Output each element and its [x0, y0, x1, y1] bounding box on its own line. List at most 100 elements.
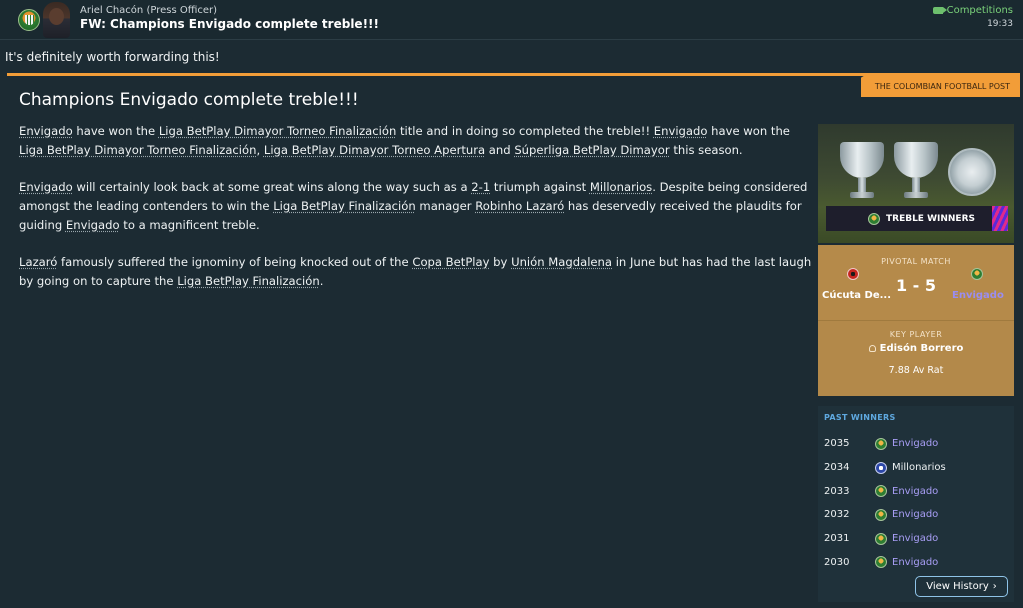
- competition-link[interactable]: Liga BetPlay Finalización: [177, 274, 320, 288]
- envigado-badge-icon: [875, 437, 887, 450]
- competitions-label: Competitions: [946, 5, 1013, 16]
- text: and: [485, 143, 515, 157]
- key-player-label: KEY PLAYER: [889, 330, 943, 339]
- competition-link[interactable]: Liga BetPlay Finalización: [273, 199, 416, 213]
- past-winners-title: PAST WINNERS: [824, 413, 896, 422]
- competition-link[interactable]: Liga BetPlay Dimayor Torneo Finalización: [159, 124, 396, 138]
- winner-club-name: Millonarios: [892, 462, 946, 474]
- club-link[interactable]: Envigado: [66, 218, 120, 232]
- publisher-tab: THE COLOMBIAN FOOTBALL POST: [860, 73, 1020, 97]
- winner-club[interactable]: Envigado: [875, 556, 939, 569]
- person-icon: [868, 344, 876, 352]
- text: ,: [256, 143, 264, 157]
- winner-year: 2033: [824, 485, 850, 497]
- text: famously suffered the ignominy of being …: [57, 255, 413, 269]
- envigado-badge-icon: [875, 508, 887, 521]
- view-history-button[interactable]: View History ›: [915, 576, 1008, 597]
- text: triumph against: [490, 180, 590, 194]
- competition-link[interactable]: Liga BetPlay Dimayor Torneo Apertura: [264, 143, 485, 157]
- text: title and in doing so completed the treb…: [396, 124, 654, 138]
- envigado-badge-icon: [875, 532, 887, 545]
- article-paragraph: Lazaró famously suffered the ignominy of…: [19, 253, 814, 291]
- text: this season.: [669, 143, 743, 157]
- message-header: Ariel Chacón (Press Officer) FW: Champio…: [0, 0, 1023, 40]
- press-officer-avatar[interactable]: [43, 2, 70, 38]
- winner-club[interactable]: Envigado: [875, 508, 939, 521]
- match-link[interactable]: 2-1: [471, 180, 490, 194]
- past-winners-card: PAST WINNERS 2035 Envigado 2034 Millonar…: [818, 406, 1014, 602]
- article-headline: Champions Envigado complete treble!!!: [19, 90, 359, 110]
- winner-year: 2034: [824, 462, 850, 474]
- forward-note: It's definitely worth forwarding this!: [5, 50, 220, 64]
- sender-name[interactable]: Ariel Chacón: [80, 5, 143, 16]
- club-link[interactable]: Envigado: [19, 124, 73, 138]
- competition-link[interactable]: Copa BetPlay: [412, 255, 489, 269]
- treble-winners-banner: TREBLE WINNERS: [826, 206, 1008, 231]
- competition-link[interactable]: Liga BetPlay Dimayor Torneo Finalización: [19, 143, 256, 157]
- text: manager: [415, 199, 476, 213]
- winner-club-name: Envigado: [892, 533, 939, 545]
- sender-line: Ariel Chacón (Press Officer): [80, 5, 217, 16]
- winner-club-name: Envigado: [892, 556, 939, 568]
- pivotal-match-card[interactable]: PIVOTAL MATCH Cúcuta De... 1 - 5 Envigad…: [818, 245, 1014, 396]
- message-time: 19:33: [987, 19, 1013, 29]
- article-paragraph: Envigado will certainly look back at som…: [19, 178, 814, 235]
- winner-year: 2035: [824, 438, 850, 450]
- winner-year: 2030: [824, 556, 850, 568]
- text: have won the: [72, 124, 159, 138]
- club-link[interactable]: Millonarios: [590, 180, 652, 194]
- trophy-icon: [894, 142, 938, 198]
- view-history-label: View History: [926, 581, 989, 592]
- competitions-link[interactable]: Competitions: [932, 5, 1013, 16]
- list-item: 2031 Envigado: [824, 527, 1008, 551]
- club-link[interactable]: Envigado: [654, 124, 708, 138]
- article-body: Envigado have won the Liga BetPlay Dimay…: [19, 122, 814, 309]
- winner-year: 2031: [824, 533, 850, 545]
- chevron-right-icon: ›: [992, 581, 997, 592]
- competition-link[interactable]: Súperliga BetPlay Dimayor: [514, 143, 669, 157]
- winner-club[interactable]: Envigado: [875, 485, 939, 498]
- club-link[interactable]: Unión Magdalena: [511, 255, 612, 269]
- list-item: 2035 Envigado: [824, 432, 1008, 456]
- winner-year: 2032: [824, 509, 850, 521]
- envigado-badge-icon[interactable]: [18, 9, 40, 31]
- away-team-name[interactable]: Envigado: [952, 290, 1004, 301]
- text: by: [489, 255, 512, 269]
- decorative-stripes: [992, 206, 1008, 231]
- winner-club-name: Envigado: [892, 438, 939, 450]
- winner-club[interactable]: Envigado: [875, 532, 939, 545]
- envigado-badge-icon: [868, 212, 880, 225]
- sender-role: (Press Officer): [146, 5, 218, 16]
- trophy-plate-icon: [948, 148, 996, 196]
- list-item: 2030 Envigado: [824, 550, 1008, 574]
- pivotal-match-label: PIVOTAL MATCH: [881, 257, 951, 266]
- text: to a magnificent treble.: [119, 218, 260, 232]
- key-player[interactable]: Edisón Borrero: [818, 343, 1014, 354]
- envigado-badge-icon: [875, 485, 887, 498]
- envigado-badge-icon: [875, 556, 887, 569]
- message-subject: FW: Champions Envigado complete treble!!…: [80, 17, 379, 31]
- list-item: 2033 Envigado: [824, 479, 1008, 503]
- news-article: THE COLOMBIAN FOOTBALL POST Champions En…: [7, 73, 1020, 605]
- manager-link[interactable]: Robinho Lazaró: [475, 199, 564, 213]
- list-item: 2032 Envigado: [824, 503, 1008, 527]
- text: will certainly look back at some great w…: [72, 180, 472, 194]
- trophy-icon: [840, 142, 884, 198]
- tag-icon: [932, 7, 947, 14]
- treble-label: TREBLE WINNERS: [886, 213, 975, 224]
- treble-winners-card: TREBLE WINNERS: [818, 124, 1014, 243]
- past-winners-list: 2035 Envigado 2034 Millonarios 2033 Envi…: [824, 432, 1008, 574]
- winner-club[interactable]: Millonarios: [875, 461, 946, 474]
- winner-club[interactable]: Envigado: [875, 437, 939, 450]
- text: .: [319, 274, 324, 288]
- winner-club-name: Envigado: [892, 509, 939, 521]
- key-player-name: Edisón Borrero: [879, 343, 964, 354]
- key-player-rating: 7.88 Av Rat: [888, 365, 944, 376]
- article-paragraph: Envigado have won the Liga BetPlay Dimay…: [19, 122, 814, 160]
- text: have won the: [707, 124, 790, 138]
- manager-link[interactable]: Lazaró: [19, 255, 57, 269]
- club-link[interactable]: Envigado: [19, 180, 73, 194]
- match-summary[interactable]: PIVOTAL MATCH Cúcuta De... 1 - 5 Envigad…: [818, 245, 1014, 321]
- winner-club-name: Envigado: [892, 485, 939, 497]
- millonarios-badge-icon: [875, 461, 887, 474]
